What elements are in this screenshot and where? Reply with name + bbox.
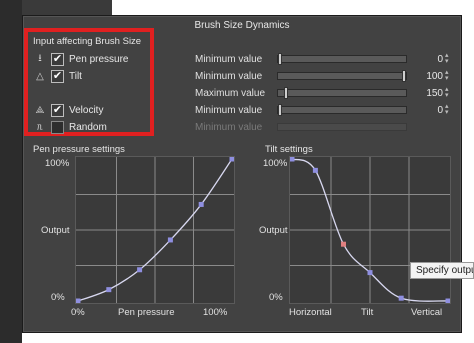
- spin-arrows-icon[interactable]: ▴ ▾: [445, 69, 453, 82]
- param-label: Minimum value: [195, 121, 263, 133]
- control-point[interactable]: [137, 267, 143, 273]
- velocity-label: Velocity: [69, 104, 104, 116]
- control-point[interactable]: [167, 237, 173, 243]
- control-point[interactable]: [198, 201, 204, 207]
- param-slider: [277, 123, 407, 131]
- param-label: Maximum value: [195, 87, 266, 99]
- pen-y-top-label: 100%: [45, 158, 70, 169]
- pen-y-bottom-label: 0%: [51, 292, 65, 303]
- tilt-x-left-label: Horizontal: [289, 307, 332, 318]
- param-slider[interactable]: [277, 70, 407, 82]
- spin-arrows-icon[interactable]: ▴ ▾: [445, 52, 453, 65]
- tilt-icon: △: [36, 70, 44, 82]
- velocity-icon: ⟁: [35, 104, 45, 116]
- tilt-checkbox[interactable]: ✔: [51, 69, 64, 83]
- param-slider[interactable]: [277, 53, 407, 65]
- pen-pressure-label: Pen pressure: [69, 53, 129, 65]
- tilt-y-mid-label: Output: [259, 225, 288, 236]
- tilt-x-mid-label: Tilt: [361, 307, 374, 318]
- param-value[interactable]: 0: [409, 54, 443, 65]
- param-row-2: Maximum value 150 ▴ ▾: [195, 86, 453, 100]
- param-label: Minimum value: [195, 104, 263, 116]
- tilt-y-top-label: 100%: [263, 158, 288, 169]
- tilt-graph-title: Tilt settings: [265, 144, 313, 155]
- tilt-curve-plot[interactable]: [290, 157, 450, 303]
- control-point[interactable]: [106, 287, 112, 293]
- input-row-velocity[interactable]: ⟁ ✔ Velocity: [33, 103, 103, 117]
- pen-pressure-graph[interactable]: [75, 156, 235, 304]
- pen-y-mid-label: Output: [41, 225, 70, 236]
- param-slider[interactable]: [277, 104, 407, 116]
- control-point[interactable]: [367, 270, 373, 276]
- pen-x-right-label: 100%: [203, 307, 228, 318]
- slider-knob[interactable]: [284, 87, 289, 99]
- input-row-tilt[interactable]: △ ✔ Tilt: [33, 69, 82, 83]
- random-icon: ᥰ: [36, 121, 44, 133]
- param-row-1: Minimum value 100 ▴ ▾: [195, 69, 453, 83]
- velocity-checkbox[interactable]: ✔: [51, 103, 64, 117]
- tilt-graph[interactable]: [289, 156, 451, 304]
- input-group-label: Input affecting Brush Size: [33, 36, 142, 47]
- random-label: Random: [69, 121, 107, 133]
- pen-x-left-label: 0%: [71, 307, 85, 318]
- input-row-pen-pressure[interactable]: ⭳ ✔ Pen pressure: [33, 52, 128, 66]
- input-row-random[interactable]: ᥰ Random: [33, 120, 107, 134]
- param-label: Minimum value: [195, 53, 263, 65]
- control-point[interactable]: [445, 298, 451, 304]
- param-slider[interactable]: [277, 87, 407, 99]
- control-point[interactable]: [398, 295, 404, 301]
- tooltip: Specify output: [410, 262, 474, 279]
- slider-knob[interactable]: [402, 70, 406, 82]
- param-row-4: Minimum value: [195, 120, 407, 134]
- tilt-label: Tilt: [69, 70, 82, 82]
- random-checkbox[interactable]: [51, 120, 64, 134]
- control-point[interactable]: [340, 241, 346, 247]
- pen-pressure-icon: ⭳: [38, 52, 42, 64]
- spin-arrows-icon[interactable]: ▴ ▾: [445, 103, 453, 116]
- control-point[interactable]: [312, 167, 318, 173]
- spin-arrows-icon[interactable]: ▴ ▾: [445, 86, 453, 99]
- control-point[interactable]: [290, 157, 295, 162]
- pen-pressure-curve-plot[interactable]: [76, 157, 234, 303]
- control-point[interactable]: [76, 298, 81, 304]
- param-value[interactable]: 150: [409, 88, 443, 99]
- param-value[interactable]: 0: [409, 105, 443, 116]
- param-row-3: Minimum value 0 ▴ ▾: [195, 103, 453, 117]
- pen-pressure-checkbox[interactable]: ✔: [51, 52, 64, 66]
- pen-graph-title: Pen pressure settings: [33, 144, 125, 155]
- slider-knob[interactable]: [278, 104, 282, 116]
- left-toolbar: [0, 0, 22, 343]
- brush-size-dynamics-dialog: Brush Size Dynamics Input affecting Brus…: [22, 15, 462, 333]
- control-point[interactable]: [229, 157, 235, 162]
- tilt-y-bottom-label: 0%: [269, 292, 283, 303]
- param-label: Minimum value: [195, 70, 263, 82]
- slider-knob[interactable]: [278, 53, 282, 65]
- pen-x-mid-label: Pen pressure: [118, 307, 175, 318]
- param-value[interactable]: 100: [409, 71, 443, 82]
- param-row-0: Minimum value 0 ▴ ▾: [195, 52, 453, 66]
- tilt-x-right-label: Vertical: [411, 307, 443, 318]
